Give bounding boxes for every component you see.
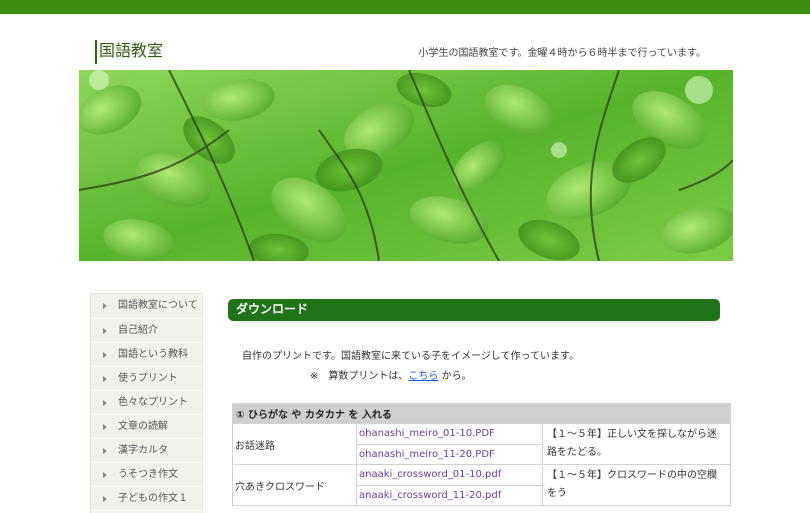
arrow-right-icon [103,327,107,334]
table-cell-name: 穴あきクロスワード [232,464,357,506]
sidebar-item-reading[interactable]: 文章の読解 [91,415,202,439]
arrow-right-icon [103,375,107,382]
site-tagline: 小学生の国語教室です。金曜４時から６時半まで行っています。 [418,48,707,59]
table-cell-name: お話迷路 [232,423,357,465]
arrow-right-icon [103,471,107,478]
arrow-right-icon [103,399,107,406]
sidebar-item-label: 漢字カルタ [118,445,168,456]
sidebar-item-prints-used[interactable]: 使うプリント [91,367,202,391]
math-prints-link[interactable]: こちら [408,371,438,382]
download-table: ① ひらがな や カタカナ を 入れる お話迷路 ohanashi_meiro_… [232,403,731,506]
sidebar-item-about[interactable]: 国語教室について [91,294,202,319]
arrow-right-icon [103,423,107,430]
arrow-right-icon [103,303,107,309]
table-cell-file: ohanashi_meiro_11-20.PDF [356,443,543,465]
sidebar-item-label: 自己紹介 [118,325,158,336]
table-row: 穴あきクロスワード anaaki_crossword_01-10.pdf 【１～… [232,464,731,506]
pdf-download-link[interactable]: anaaki_crossword_11-20.pdf [359,490,501,501]
intro-note-prefix: ※ 算数プリントは、 [310,371,409,382]
sidebar-item-label: 国語という教科 [118,349,188,360]
pdf-download-link[interactable]: ohanashi_meiro_11-20.PDF [359,449,495,460]
arrow-right-icon [103,447,107,454]
pdf-download-link[interactable]: ohanashi_meiro_01-10.PDF [359,428,495,439]
table-category-row: ① ひらがな や カタカナ を 入れる [232,403,731,424]
table-cell-file: ohanashi_meiro_01-10.PDF [356,423,543,445]
sidebar-item-label: 国語教室について [118,300,198,311]
sidebar-item-various-prints[interactable]: 色々なプリント [91,391,202,415]
sidebar-item-kanji-karuta[interactable]: 漢字カルタ [91,439,202,463]
sidebar-item-subject[interactable]: 国語という教科 [91,343,202,367]
sidebar-item-label: 文章の読解 [118,421,168,432]
pdf-download-link[interactable]: anaaki_crossword_01-10.pdf [359,469,501,480]
sidebar-item-label: うそつき作文 [118,469,178,480]
table-cell-desc: 【１～５年】クロスワードの中の空欄をう [542,464,731,506]
arrow-right-icon [103,351,107,358]
sidebar-item-label: 使うプリント [118,373,178,384]
sidebar-nav: 国語教室について 自己紹介 国語という教科 使うプリント 色々なプリント 文章の… [90,293,203,513]
table-cell-desc: 【１～５年】正しい文を探しながら迷路をたどる。 [542,423,731,465]
sidebar-item-profile[interactable]: 自己紹介 [91,319,202,343]
arrow-right-icon [103,495,107,502]
intro-note: ※ 算数プリントは、こちら から。 [310,367,472,382]
intro-text: 自作のプリントです。国語教室に来ている子をイメージして作っています。 [242,351,579,362]
sidebar-item-label: 色々なプリント [118,397,188,408]
sidebar-item-lie-essay[interactable]: うそつき作文 [91,463,202,487]
table-cell-file: anaaki_crossword_01-10.pdf [356,464,543,486]
site-title[interactable]: 国語教室 [95,40,163,64]
table-cell-file: anaaki_crossword_11-20.pdf [356,484,543,506]
header-banner-image [79,70,733,261]
table-row: お話迷路 ohanashi_meiro_01-10.PDF 【１～５年】正しい文… [232,423,731,465]
sidebar-item-kids-essay-1[interactable]: 子どもの作文１ [91,487,202,511]
table-category-header: ① ひらがな や カタカナ を 入れる [232,403,731,424]
top-bar [0,0,810,14]
intro-note-suffix: から。 [438,371,472,382]
sidebar-item-label: 子どもの作文１ [118,493,188,504]
section-title: ダウンロード [228,299,720,321]
